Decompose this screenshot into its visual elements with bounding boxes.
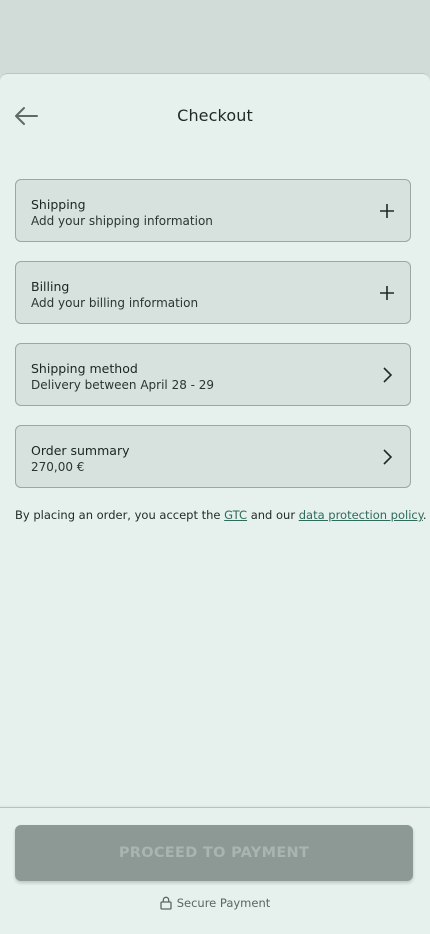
billing-subtitle: Add your billing information — [31, 296, 199, 310]
shipping-section[interactable]: Shipping Add your shipping information — [15, 179, 411, 242]
chevron-right-icon — [376, 364, 398, 386]
billing-section[interactable]: Billing Add your billing information — [15, 261, 411, 324]
data-protection-link[interactable]: data protection policy — [299, 508, 423, 522]
shipping-method-section[interactable]: Shipping method Delivery between April 2… — [15, 343, 411, 406]
shipping-method-subtitle: Delivery between April 28 - 29 — [31, 378, 215, 392]
order-summary-section[interactable]: Order summary 270,00 € — [15, 425, 411, 488]
shipping-subtitle: Add your shipping information — [31, 214, 213, 228]
legal-suffix: . — [422, 508, 427, 522]
legal-prefix: By placing an order, you accept the — [15, 508, 225, 522]
gtc-link[interactable]: GTC — [224, 508, 247, 522]
checkout-sheet: Checkout Shipping Add your shipping info… — [0, 73, 430, 934]
checkout-footer: PROCEED TO PAYMENT Secure Payment — [0, 807, 430, 934]
chevron-right-icon — [376, 446, 398, 468]
order-summary-total: 270,00 € — [31, 460, 85, 474]
page-title: Checkout — [177, 106, 253, 125]
secure-payment-label: Secure Payment — [176, 896, 271, 910]
plus-icon — [376, 200, 398, 222]
header: Checkout — [0, 74, 430, 158]
secure-payment-note: Secure Payment — [0, 896, 430, 910]
proceed-to-payment-button[interactable]: PROCEED TO PAYMENT — [15, 825, 413, 881]
order-summary-title: Order summary — [31, 443, 130, 458]
shipping-title: Shipping — [31, 197, 86, 212]
billing-title: Billing — [31, 279, 70, 294]
legal-middle: and our — [247, 508, 299, 522]
lock-icon — [160, 896, 172, 910]
legal-notice: By placing an order, you accept the GTC … — [15, 508, 427, 522]
shipping-method-title: Shipping method — [31, 361, 138, 376]
plus-icon — [376, 282, 398, 304]
